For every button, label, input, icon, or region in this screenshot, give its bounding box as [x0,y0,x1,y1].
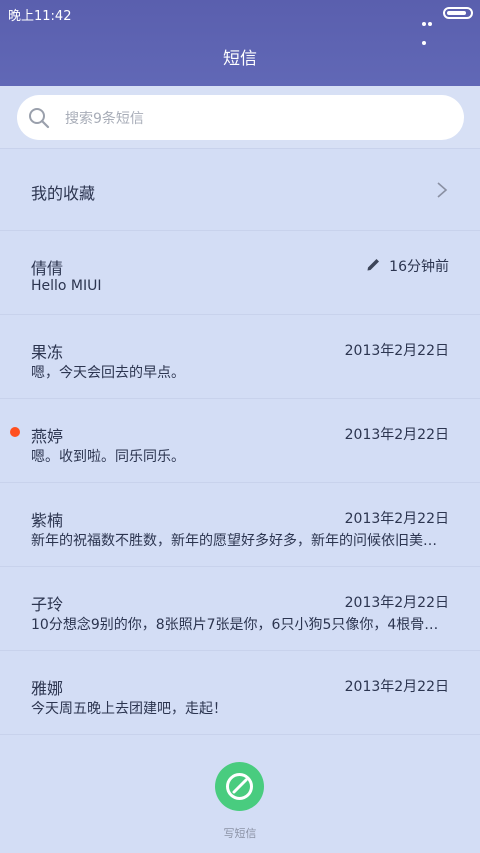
status-bar: 晚上11:42 [0,0,480,45]
message-preview: Hello MIUI [31,278,102,294]
message-preview: 嗯，今天会回去的早点。 [31,365,185,381]
title-bar: 晚上11:42 短信 [0,0,480,86]
conversation-row[interactable]: 倩倩 16分钟前 Hello MIUI [0,231,480,315]
favorites-row[interactable]: 我的收藏 [0,148,480,231]
contact-name: 燕婷 [31,427,64,446]
favorites-label: 我的收藏 [31,184,96,203]
message-time: 2013年2月22日 [344,679,449,695]
search-input[interactable]: 搜索9条短信 [17,95,464,140]
message-time: 2013年2月22日 [344,427,449,443]
conversation-row[interactable]: 子玲 2013年2月22日 10分想念9别的你，8张照片7张是你，6只小狗5只像… [0,567,480,651]
search-placeholder: 搜索9条短信 [65,111,144,127]
message-time: 2013年2月22日 [344,595,449,611]
unread-indicator [10,427,20,437]
battery-level [447,11,466,15]
pencil-icon [367,259,379,271]
contact-name: 倩倩 [31,259,64,278]
conversation-list: 我的收藏 倩倩 16分钟前 Hello MIUI 果冻 2013年2月22日 嗯… [0,148,480,735]
message-time: 16分钟前 [389,259,449,275]
battery-icon [443,7,473,19]
conversation-row[interactable]: 紫楠 2013年2月22日 新年的祝福数不胜数，新年的愿望好多好多，新年的问候依… [0,483,480,567]
status-time: 晚上11:42 [8,9,72,24]
message-preview: 新年的祝福数不胜数，新年的愿望好多好多，新年的问候依旧美… [31,533,437,549]
compose-button[interactable] [215,762,264,811]
more-dots-icon [422,11,438,45]
page-title: 短信 [223,49,257,69]
chevron-right-icon [437,182,448,198]
compose-label: 写短信 [223,827,257,840]
contact-name: 子玲 [31,595,64,614]
contact-name: 果冻 [31,343,64,362]
conversation-row[interactable]: 燕婷 2013年2月22日 嗯。收到啦。同乐同乐。 [0,399,480,483]
message-preview: 嗯。收到啦。同乐同乐。 [31,449,185,465]
message-preview: 10分想念9别的你，8张照片7张是你，6只小狗5只像你，4根骨… [31,617,439,633]
conversation-row[interactable]: 雅娜 2013年2月22日 今天周五晚上去团建吧，走起！ [0,651,480,735]
message-time: 2013年2月22日 [344,511,449,527]
message-preview: 今天周五晚上去团建吧，走起！ [31,701,227,717]
conversation-row[interactable]: 果冻 2013年2月22日 嗯，今天会回去的早点。 [0,315,480,399]
search-bar-area: 搜索9条短信 [0,86,480,148]
message-time: 2013年2月22日 [344,343,449,359]
contact-name: 紫楠 [31,511,64,530]
compose-icon [226,773,253,800]
search-icon [29,108,50,129]
contact-name: 雅娜 [31,679,64,698]
